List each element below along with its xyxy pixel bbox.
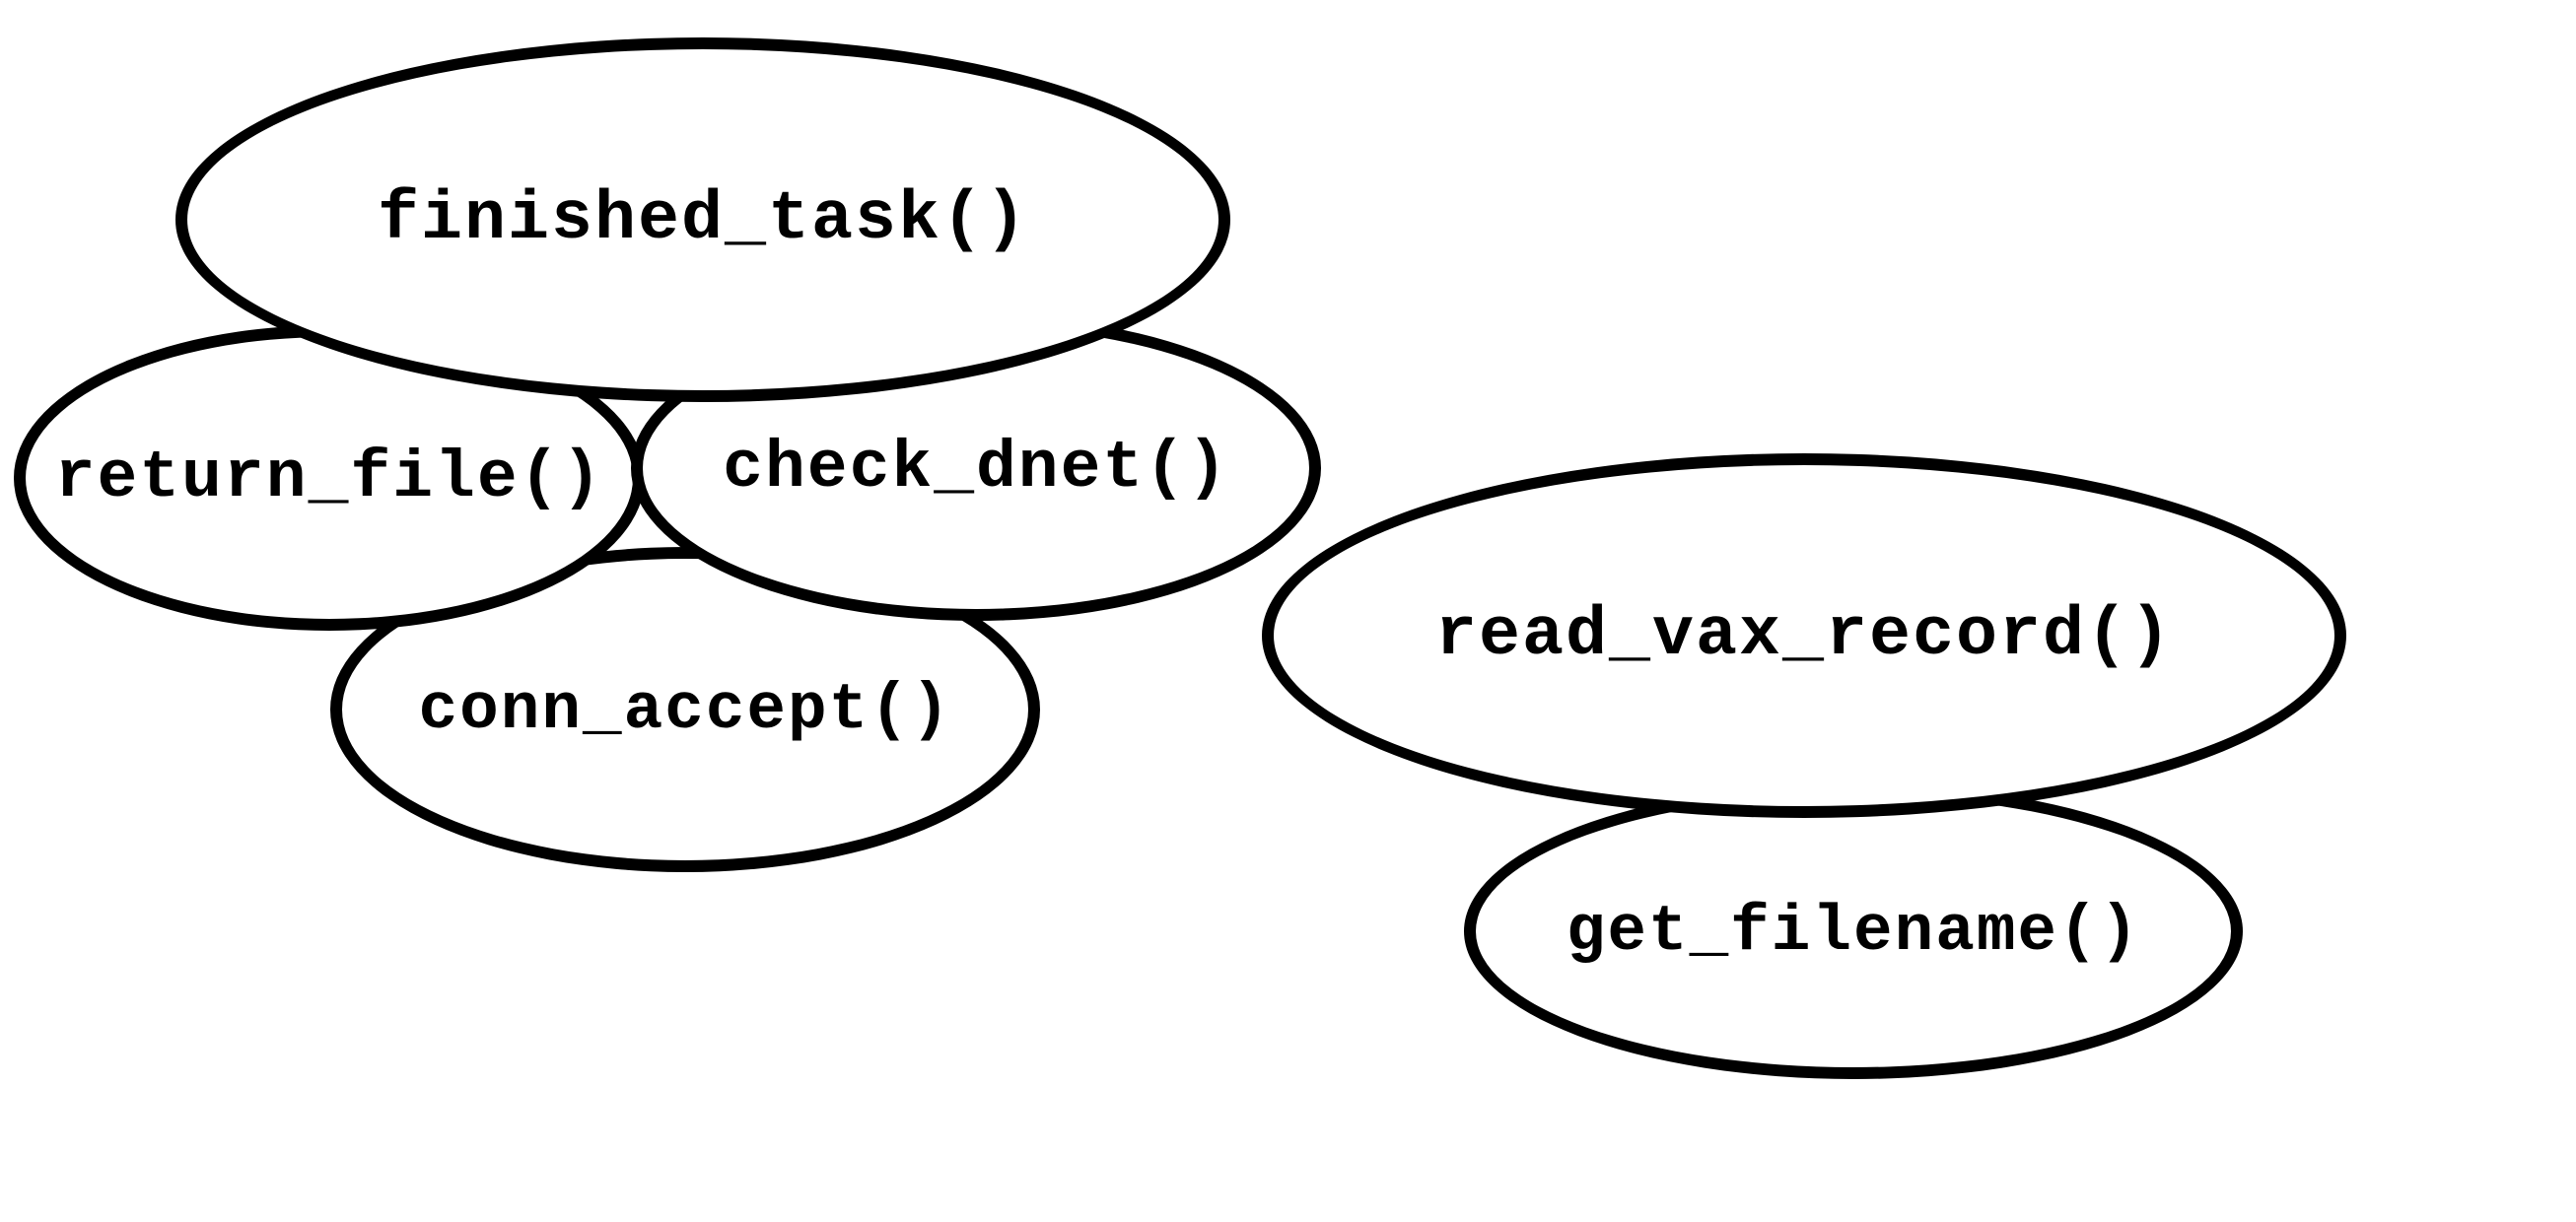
node-finished-task: finished_task() [175, 37, 1230, 402]
label-read-vax-record: read_vax_record() [1435, 597, 2173, 675]
label-get-filename: get_filename() [1566, 895, 2141, 969]
node-read-vax-record: read_vax_record() [1262, 453, 2346, 818]
diagram-canvas: get_filename() conn_accept() return_file… [0, 0, 2576, 1222]
node-get-filename: get_filename() [1464, 783, 2243, 1079]
label-check-dnet: check_dnet() [723, 431, 1229, 507]
label-conn-accept: conn_accept() [419, 673, 952, 747]
label-return-file: return_file() [55, 441, 604, 516]
label-finished-task: finished_task() [378, 181, 1028, 259]
